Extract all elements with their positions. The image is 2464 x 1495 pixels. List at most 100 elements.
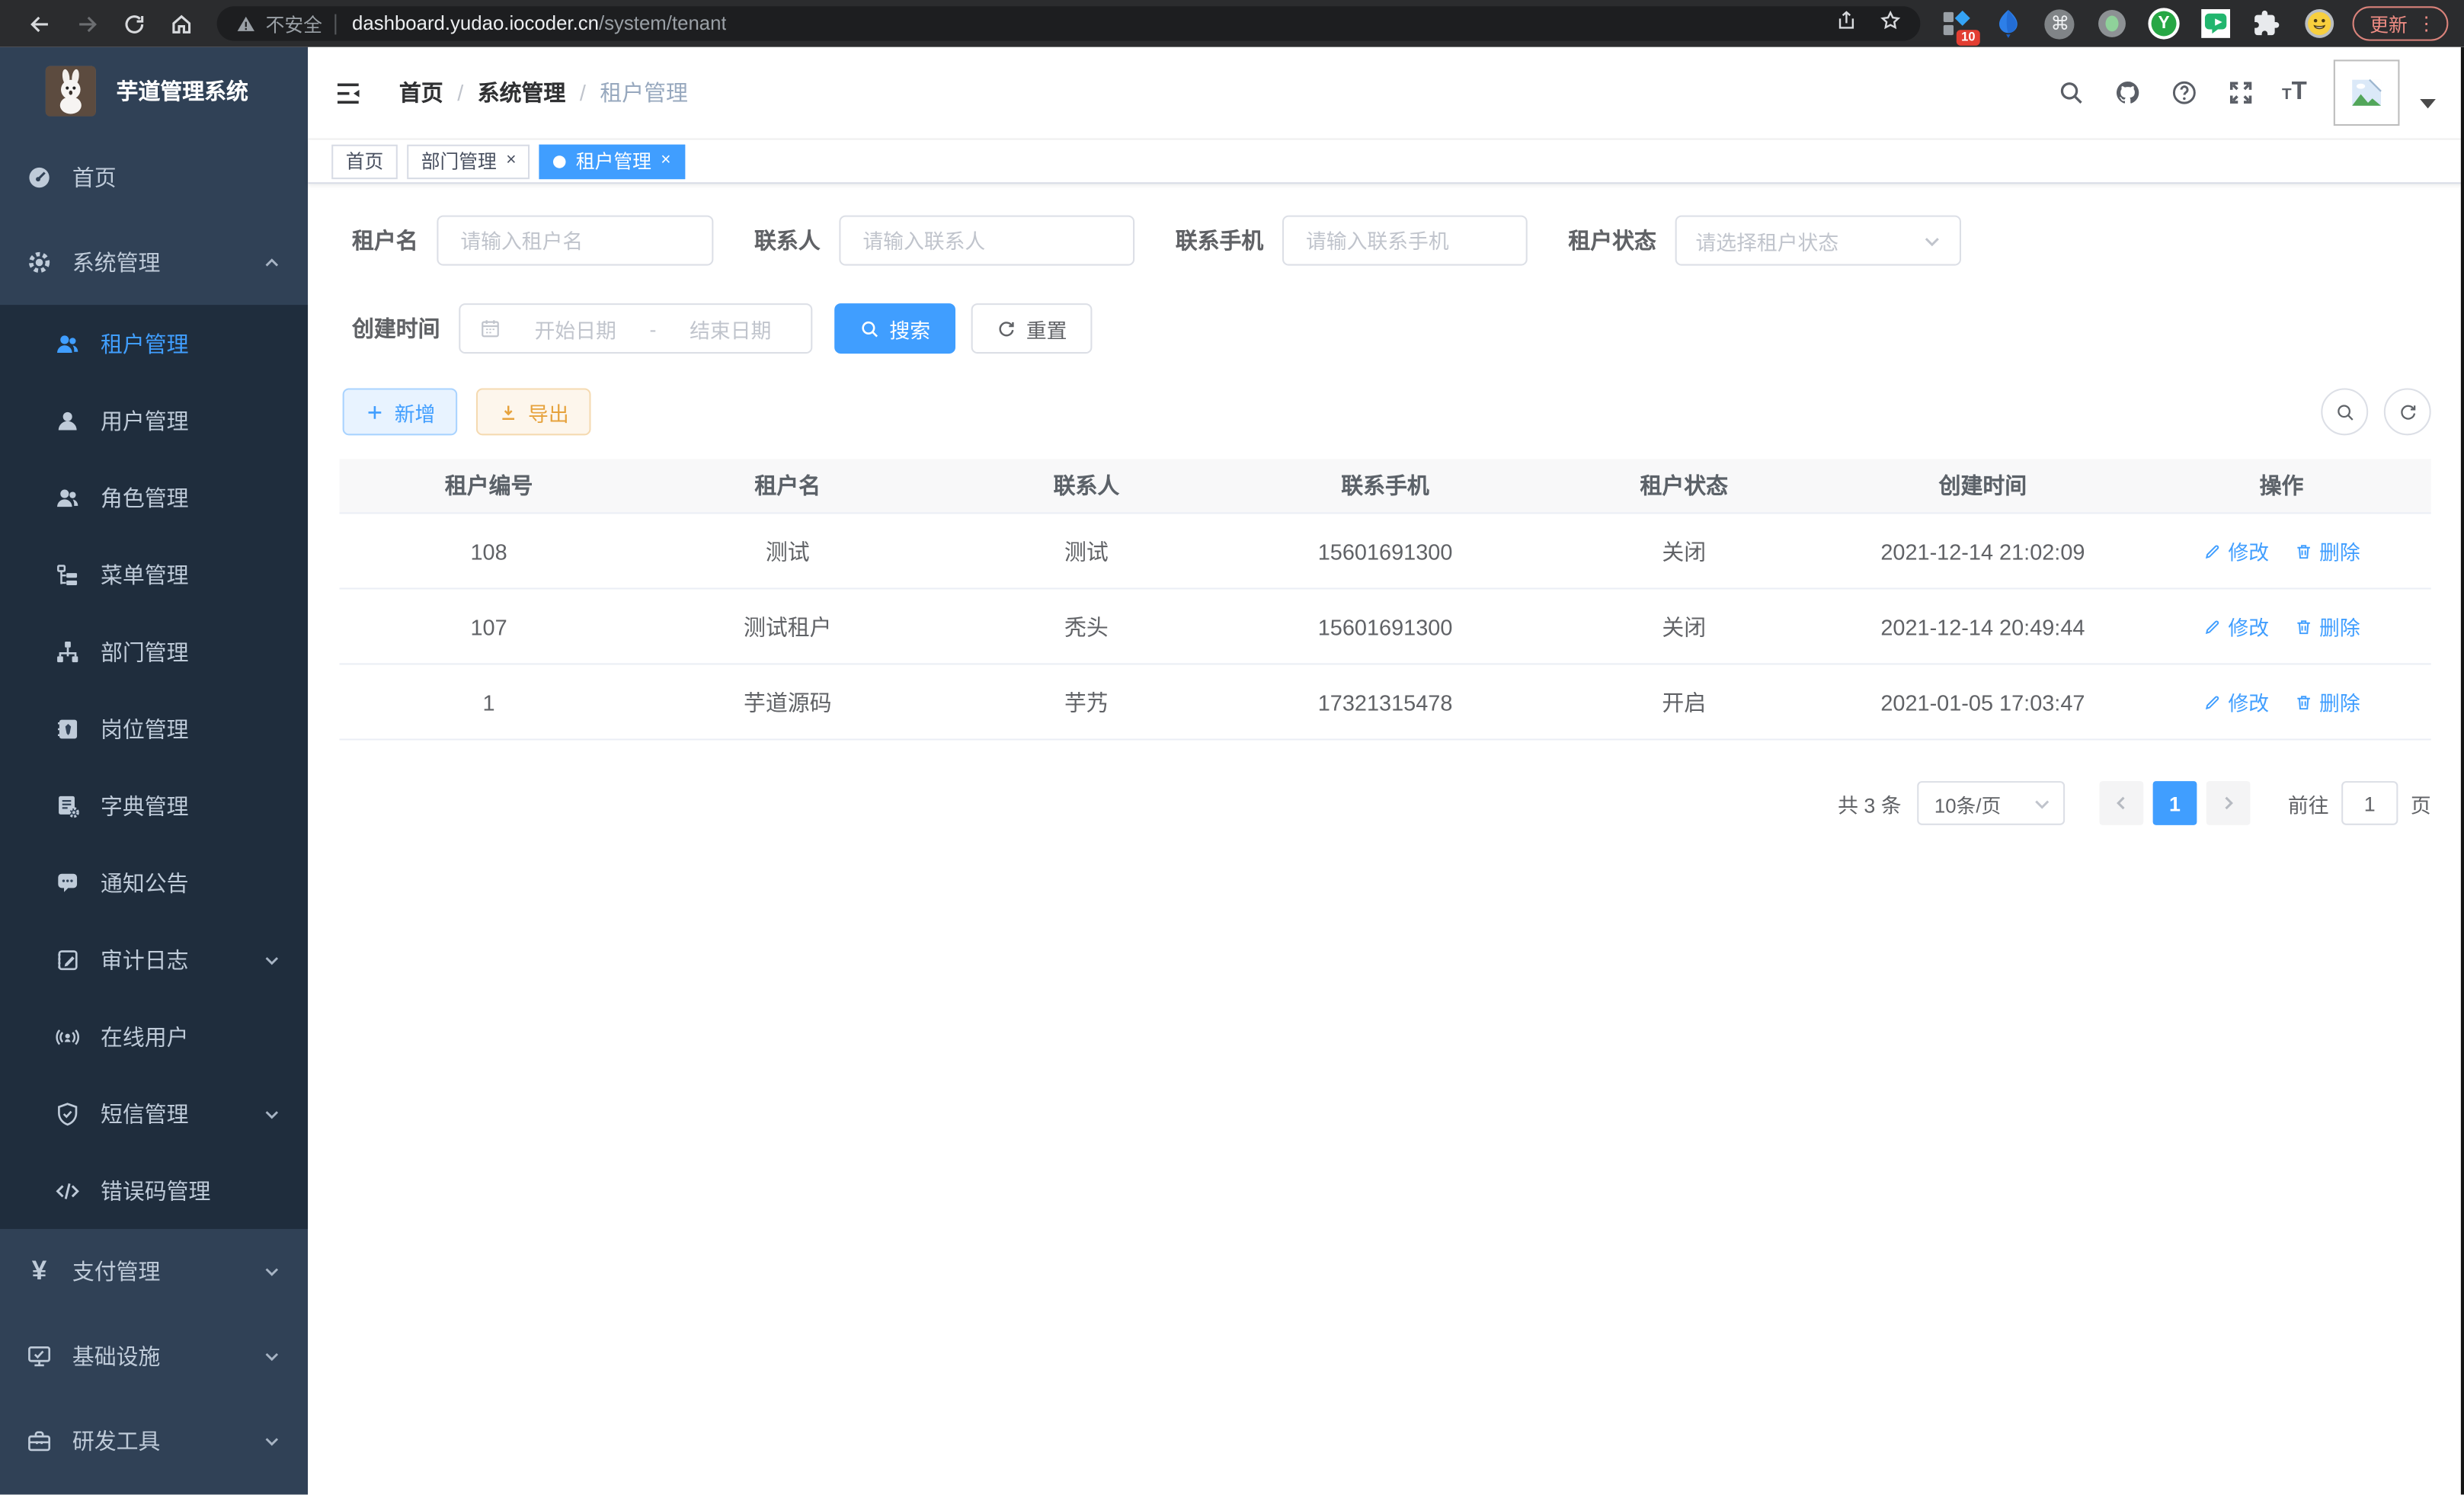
edit-icon (2203, 542, 2222, 561)
goto-page-input[interactable] (2341, 781, 2398, 825)
page-number-active[interactable]: 1 (2153, 781, 2197, 825)
table-header: 租户编号 租户名 联系人 联系手机 租户状态 创建时间 操作 (340, 459, 2431, 512)
forward-icon[interactable] (63, 3, 110, 44)
chevron-down-icon (1924, 232, 1941, 249)
sidebar-item-notice[interactable]: 通知公告 (0, 844, 308, 921)
window-edge (2461, 47, 2464, 1495)
next-page-button[interactable] (2206, 781, 2251, 825)
refresh-table-icon[interactable] (2384, 388, 2431, 435)
screenshot: 不安全 dashboard.yudao.iocoder.cn/system/te… (0, 0, 2464, 1495)
extensions-puzzle-icon[interactable] (2250, 6, 2284, 40)
profile-avatar-icon[interactable] (2302, 6, 2337, 40)
sidebar-item-dept[interactable]: 部门管理 (0, 613, 308, 690)
delete-link[interactable]: 删除 (2294, 611, 2360, 641)
reload-icon[interactable] (110, 3, 157, 44)
reset-button[interactable]: 重置 (971, 303, 1093, 354)
trash-icon (2294, 693, 2313, 712)
table-row: 107 测试租户 秃头 15601691300 关闭 2021-12-14 20… (340, 587, 2431, 663)
sidebar-item-role[interactable]: 角色管理 (0, 459, 308, 536)
status-text: 关闭 (1534, 610, 1833, 642)
close-icon[interactable]: × (661, 152, 670, 170)
edit-icon (2203, 693, 2222, 712)
github-icon[interactable] (2112, 78, 2142, 107)
breadcrumb-home[interactable]: 首页 (399, 77, 443, 108)
delete-link[interactable]: 删除 (2294, 536, 2360, 565)
extension-blocks-icon[interactable]: 10 (1939, 6, 1973, 40)
extension-bar: 10 ⌘ Y (1939, 6, 2337, 40)
trash-icon (2294, 542, 2313, 561)
app-logo-row[interactable]: 芋道管理系统 (0, 47, 308, 136)
sidebar-item-system[interactable]: 系统管理 (0, 220, 308, 305)
date-range-input[interactable]: 开始日期 - 结束日期 (459, 303, 812, 354)
extension-y-icon[interactable]: Y (2146, 6, 2181, 40)
edit-link[interactable]: 修改 (2203, 611, 2269, 641)
filter-row-1: 租户名 联系人 联系手机 (352, 216, 2431, 266)
address-bar[interactable]: 不安全 dashboard.yudao.iocoder.cn/system/te… (217, 6, 1921, 40)
search-icon (859, 319, 880, 339)
monitor-icon (25, 1342, 53, 1370)
chevron-down-icon (264, 1349, 280, 1365)
extension-dot-icon[interactable] (2094, 6, 2129, 40)
phone-input[interactable] (1282, 216, 1528, 266)
tab-home[interactable]: 首页 (331, 144, 398, 178)
calendar-icon (479, 318, 501, 340)
close-icon[interactable]: × (506, 152, 516, 170)
bookmark-star-icon[interactable] (1880, 8, 1902, 38)
help-icon[interactable] (2168, 78, 2198, 107)
sidebar-item-post[interactable]: 岗位管理 (0, 690, 308, 767)
share-icon[interactable] (1835, 8, 1858, 38)
shield-check-icon (53, 1100, 82, 1128)
sidebar-item-menu[interactable]: 菜单管理 (0, 536, 308, 613)
tab-tenant[interactable]: 租户管理 × (539, 144, 685, 178)
edit-link[interactable]: 修改 (2203, 687, 2269, 716)
sidebar-item-tenant[interactable]: 租户管理 (0, 305, 308, 382)
sidebar-item-payment[interactable]: ¥ 支付管理 (0, 1229, 308, 1314)
page-size-select[interactable]: 10条/页 (1917, 781, 2065, 825)
avatar-caret-icon[interactable] (2420, 99, 2436, 108)
sidebar-item-online-user[interactable]: 在线用户 (0, 998, 308, 1075)
sidebar-item-dict[interactable]: 字典管理 (0, 767, 308, 844)
toggle-search-icon[interactable] (2321, 388, 2368, 435)
users-icon (53, 329, 82, 357)
contact-input[interactable] (839, 216, 1134, 266)
edit-link[interactable]: 修改 (2203, 536, 2269, 565)
chevron-down-icon (264, 952, 280, 968)
sidebar-item-user[interactable]: 用户管理 (0, 382, 308, 459)
extension-balloon-icon[interactable] (1991, 6, 2025, 40)
broadcast-icon (53, 1023, 82, 1051)
sidebar-fold-icon[interactable] (330, 75, 364, 110)
extension-badge: 10 (1957, 30, 1980, 46)
fullscreen-icon[interactable] (2226, 78, 2255, 107)
sidebar-item-home[interactable]: 首页 (0, 135, 308, 219)
status-text: 关闭 (1534, 535, 1833, 566)
user-avatar[interactable] (2334, 59, 2400, 126)
tab-dept[interactable]: 部门管理 × (407, 144, 530, 178)
back-icon[interactable] (16, 3, 63, 44)
broken-image-icon (2349, 75, 2383, 110)
edit-icon (2203, 617, 2222, 636)
sidebar-item-error-code[interactable]: 错误码管理 (0, 1152, 308, 1229)
app-title: 芋道管理系统 (117, 75, 248, 107)
status-select[interactable]: 请选择租户状态 (1675, 216, 1961, 266)
search-button[interactable]: 搜索 (834, 303, 955, 354)
browser-update-button[interactable]: 更新⋮ (2353, 6, 2449, 40)
sidebar-item-audit-log[interactable]: 审计日志 (0, 921, 308, 998)
sidebar-item-sms[interactable]: 短信管理 (0, 1075, 308, 1152)
sidebar-item-devtools[interactable]: 研发工具 (0, 1399, 308, 1484)
delete-link[interactable]: 删除 (2294, 687, 2360, 716)
url-text: dashboard.yudao.iocoder.cn/system/tenant (352, 13, 727, 35)
add-button[interactable]: 新增 (343, 388, 458, 435)
toolbox-icon (25, 1427, 53, 1455)
extension-chat-icon[interactable] (2198, 6, 2232, 40)
breadcrumb-system[interactable]: 系统管理 (478, 77, 566, 108)
prev-page-button[interactable] (2099, 781, 2143, 825)
start-date-placeholder: 开始日期 (514, 313, 637, 343)
extension-command-icon[interactable]: ⌘ (2043, 6, 2077, 40)
home-icon[interactable] (157, 3, 204, 44)
header-search-icon[interactable] (2056, 78, 2085, 107)
tenant-name-input[interactable] (437, 216, 713, 266)
font-size-icon[interactable]: TT (2282, 78, 2307, 107)
export-button[interactable]: 导出 (476, 388, 591, 435)
sidebar-item-infrastructure[interactable]: 基础设施 (0, 1314, 308, 1398)
pagination: 共 3 条 10条/页 1 前往 页 (340, 781, 2431, 825)
